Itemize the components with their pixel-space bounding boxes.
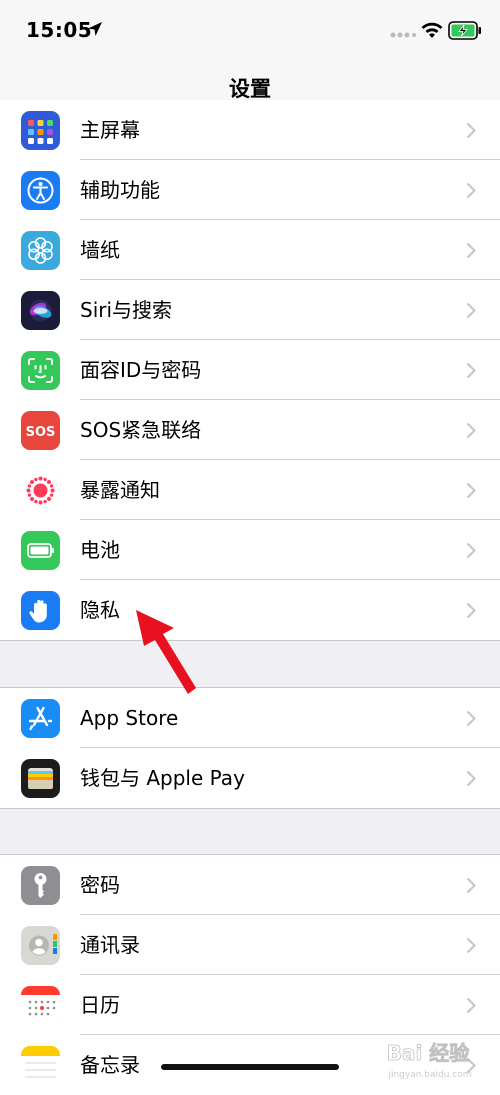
sos-icon: SOS (21, 411, 60, 450)
settings-row-label: 隐私 (80, 598, 120, 622)
settings-row-wallpaper[interactable]: 墙纸 (0, 220, 500, 280)
app-store-icon (21, 699, 60, 738)
chevron-right-icon (466, 302, 476, 319)
notes-icon (21, 1046, 60, 1085)
settings-row-sos[interactable]: SOS SOS紧急联络 (0, 400, 500, 460)
settings-group-2: App Store 钱包与 Apple Pay (0, 687, 500, 809)
home-indicator[interactable] (161, 1064, 339, 1070)
cellular-signal-icon (390, 32, 416, 38)
page-title: 设置 (229, 77, 271, 101)
settings-row-label: 电池 (80, 538, 120, 562)
contacts-icon (21, 926, 60, 965)
location-arrow-icon (88, 22, 102, 36)
svg-text:SOS: SOS (26, 425, 56, 440)
settings-row-calendar[interactable]: 日历 (0, 975, 500, 1035)
wifi-icon (421, 22, 443, 38)
chevron-right-icon (466, 242, 476, 259)
status-time: 15:05 (26, 18, 93, 42)
chevron-right-icon (466, 422, 476, 439)
svg-text:jingyan.baidu.com: jingyan.baidu.com (387, 1070, 471, 1080)
settings-row-label: 暴露通知 (80, 478, 160, 502)
settings-row-label: 备忘录 (80, 1053, 140, 1077)
accessibility-icon (21, 171, 60, 210)
key-icon (21, 866, 60, 905)
privacy-hand-icon (21, 591, 60, 630)
settings-row-privacy[interactable]: 隐私 (0, 580, 500, 640)
settings-row-label: 面容ID与密码 (80, 358, 202, 382)
siri-icon (21, 291, 60, 330)
svg-text:Bai 经验: Bai 经验 (387, 1041, 470, 1065)
chevron-right-icon (466, 997, 476, 1014)
chevron-right-icon (466, 542, 476, 559)
settings-row-label: Siri与搜索 (80, 298, 173, 322)
settings-row-label: App Store (80, 706, 179, 730)
chevron-right-icon (466, 710, 476, 727)
home-screen-icon (21, 111, 60, 150)
chevron-right-icon (466, 122, 476, 139)
status-bar: 15:05 (0, 0, 500, 62)
settings-group-1: 主屏幕 辅助功能 墙纸 Siri与搜索 面容ID与密码 SOS SOS紧急联络 … (0, 100, 500, 641)
settings-row-passwords[interactable]: 密码 (0, 855, 500, 915)
settings-row-label: 日历 (80, 993, 120, 1017)
face-id-icon (21, 351, 60, 390)
chevron-right-icon (466, 182, 476, 199)
chevron-right-icon (466, 770, 476, 787)
settings-row-label: SOS紧急联络 (80, 418, 202, 442)
settings-row-battery[interactable]: 电池 (0, 520, 500, 580)
settings-row-wallet[interactable]: 钱包与 Apple Pay (0, 748, 500, 808)
settings-row-contacts[interactable]: 通讯录 (0, 915, 500, 975)
settings-row-label: 主屏幕 (80, 118, 140, 142)
settings-row-label: 密码 (80, 873, 120, 897)
settings-row-label: 通讯录 (80, 933, 140, 957)
settings-row-siri[interactable]: Siri与搜索 (0, 280, 500, 340)
settings-row-accessibility[interactable]: 辅助功能 (0, 160, 500, 220)
settings-row-app-store[interactable]: App Store (0, 688, 500, 748)
chevron-right-icon (466, 602, 476, 619)
battery-charging-icon (448, 21, 481, 40)
chevron-right-icon (466, 362, 476, 379)
chevron-right-icon (466, 937, 476, 954)
settings-row-face-id[interactable]: 面容ID与密码 (0, 340, 500, 400)
calendar-icon (21, 986, 60, 1025)
settings-row-label: 钱包与 Apple Pay (80, 766, 245, 790)
settings-row-home-screen[interactable]: 主屏幕 (0, 100, 500, 160)
wallpaper-flower-icon (21, 231, 60, 270)
wallet-icon (21, 759, 60, 798)
chevron-right-icon (466, 482, 476, 499)
settings-row-exposure[interactable]: 暴露通知 (0, 460, 500, 520)
chevron-right-icon (466, 877, 476, 894)
baidu-jingyan-watermark: Bai 经验 jingyan.baidu.com (386, 1041, 471, 1080)
exposure-notification-icon (21, 471, 60, 510)
battery-icon (21, 531, 60, 570)
settings-row-label: 墙纸 (80, 238, 120, 262)
settings-row-label: 辅助功能 (80, 178, 160, 202)
